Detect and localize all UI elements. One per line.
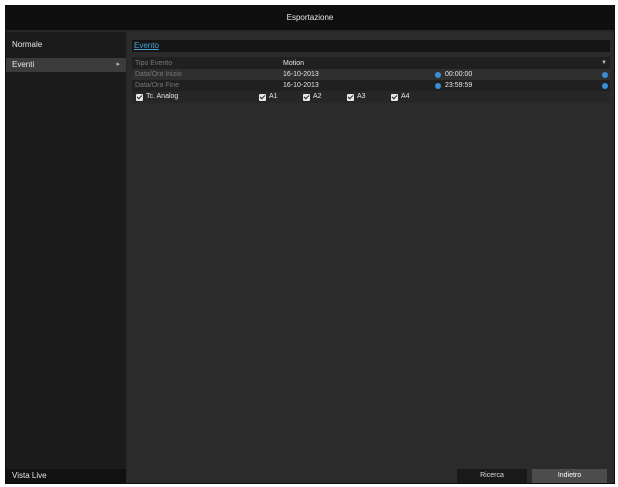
tab-bar: Evento [132, 40, 610, 52]
calendar-icon[interactable] [435, 72, 441, 78]
live-view-label: Vista Live [12, 471, 47, 480]
end-time-field[interactable]: 23:59:59 [445, 80, 472, 91]
checkbox-icon [136, 93, 143, 101]
sidebar-item-label: Eventi [12, 60, 35, 69]
end-label: Data/Ora Fine [135, 82, 179, 89]
sidebar-item-label: Normale [12, 40, 43, 49]
channel-label: A2 [313, 93, 322, 100]
channel-label: A3 [357, 93, 366, 100]
checkbox-icon [259, 93, 266, 101]
channel-a1-checkbox[interactable]: A1 [259, 91, 278, 103]
channel-a3-checkbox[interactable]: A3 [347, 91, 366, 103]
tab-evento[interactable]: Evento [134, 40, 159, 52]
channel-a4-checkbox[interactable]: A4 [391, 91, 410, 103]
event-form: Tipo Evento Motion ▼ Data/Ora Inizio 16-… [132, 57, 610, 103]
sidebar: Normale Eventi ▸ Vista Live [6, 32, 126, 483]
end-date-field[interactable]: 16-10-2013 [283, 80, 433, 91]
clock-icon[interactable] [602, 72, 608, 78]
live-view-button[interactable]: Vista Live [6, 469, 126, 483]
channel-label: A1 [269, 93, 278, 100]
dropdown-arrow-icon[interactable]: ▼ [601, 58, 607, 69]
sidebar-item-normale[interactable]: Normale [6, 38, 126, 52]
checkbox-icon [347, 93, 354, 101]
event-type-select[interactable]: Motion [283, 58, 433, 69]
event-type-row[interactable]: Tipo Evento Motion ▼ [132, 58, 610, 69]
window-title: Esportazione [6, 6, 614, 30]
channel-analog-checkbox[interactable]: Tc. Analog [136, 91, 178, 103]
end-row: Data/Ora Fine 16-10-2013 23:59:59 [132, 80, 610, 91]
search-button[interactable]: Ricerca [457, 469, 527, 483]
sidebar-item-eventi[interactable]: Eventi ▸ [6, 58, 126, 72]
back-button[interactable]: Indietro [532, 469, 607, 483]
main-panel: Evento Tipo Evento Motion ▼ Data/Ora Ini… [127, 32, 614, 483]
start-time-field[interactable]: 00:00:00 [445, 69, 472, 80]
start-date-field[interactable]: 16-10-2013 [283, 69, 433, 80]
start-row: Data/Ora Inizio 16-10-2013 00:00:00 [132, 69, 610, 80]
clock-icon[interactable] [602, 83, 608, 89]
start-label: Data/Ora Inizio [135, 71, 182, 78]
checkbox-icon [303, 93, 310, 101]
calendar-icon[interactable] [435, 83, 441, 89]
channel-label: A4 [401, 93, 410, 100]
event-type-label: Tipo Evento [135, 60, 173, 67]
channel-row: Tc. Analog A1 A2 A3 A4 [132, 91, 610, 103]
chevron-right-icon: ▸ [116, 61, 120, 68]
channel-group-label: Tc. Analog [146, 93, 179, 100]
export-window: Esportazione Normale Eventi ▸ Vista Live… [5, 5, 615, 484]
channel-a2-checkbox[interactable]: A2 [303, 91, 322, 103]
checkbox-icon [391, 93, 398, 101]
